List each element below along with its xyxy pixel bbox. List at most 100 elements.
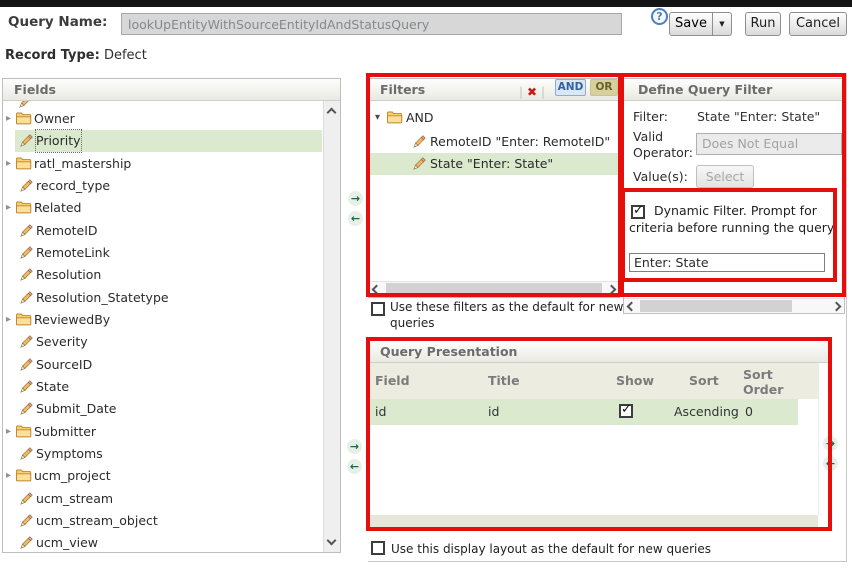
tree-item-label: ucm_project	[34, 465, 111, 487]
tree-item-symptoms[interactable]: Symptoms	[3, 443, 340, 465]
column-show[interactable]: Show	[616, 363, 654, 399]
operator-select[interactable]: Does Not Equal	[696, 133, 842, 155]
move-right-icon[interactable]: →	[823, 436, 838, 451]
prompt-text-input[interactable]	[629, 253, 825, 272]
and-operator-button[interactable]: AND	[555, 79, 586, 96]
scroll-right-icon[interactable]	[832, 302, 842, 312]
scroll-right-icon[interactable]	[607, 285, 617, 295]
folder-icon	[15, 312, 32, 327]
tree-item-ucm-stream[interactable]: ucm_stream	[3, 488, 340, 510]
pencil-icon	[18, 133, 34, 149]
tree-item-record-type[interactable]: record_type	[3, 175, 340, 197]
column-field[interactable]: Field	[375, 363, 410, 399]
delete-filter-icon[interactable]: ✖	[527, 82, 537, 103]
save-button[interactable]: Save	[669, 12, 713, 36]
tree-item-remotelink[interactable]: RemoteLink	[3, 242, 340, 264]
show-checkbox[interactable]	[619, 404, 633, 418]
tree-item-resolution[interactable]: Resolution	[3, 264, 340, 286]
pencil-icon	[18, 379, 34, 395]
pencil-icon	[18, 245, 34, 261]
tree-item-ucm-project[interactable]: ▸ ucm_project	[3, 465, 340, 487]
scrollbar-thumb[interactable]	[386, 283, 602, 296]
tree-item-severity[interactable]: Severity	[3, 331, 340, 353]
save-dropdown-icon[interactable]: ▼	[713, 12, 732, 36]
expand-icon[interactable]: ▸	[6, 197, 11, 219]
scroll-left-icon[interactable]	[627, 302, 637, 312]
scroll-up-icon[interactable]	[327, 108, 337, 118]
tree-item-label: Submitter	[34, 421, 96, 443]
tree-item-ucm-stream-object[interactable]: ucm_stream_object	[3, 510, 340, 532]
tree-item-state[interactable]: State	[3, 376, 340, 398]
tree-item-resolution-statetype[interactable]: Resolution_Statetype	[3, 287, 340, 309]
values-label: Value(s):	[633, 169, 688, 185]
collapse-icon[interactable]: ▾	[375, 107, 380, 129]
filter-node-state[interactable]: State "Enter: State"	[369, 153, 619, 175]
expand-icon[interactable]: ▸	[6, 153, 11, 175]
move-left-icon[interactable]: ←	[347, 459, 362, 474]
run-button[interactable]: Run	[745, 12, 781, 36]
filters-default-checkbox[interactable]	[371, 302, 385, 316]
folder-icon	[386, 110, 403, 125]
pencil-icon	[18, 178, 34, 194]
tree-item-label: ReviewedBy	[34, 309, 110, 331]
valid-operator-label: Valid Operator:	[633, 129, 697, 161]
move-left-icon[interactable]: ←	[823, 456, 838, 471]
pencil-icon	[18, 446, 34, 462]
move-left-icon[interactable]: ←	[348, 211, 363, 226]
define-query-filter-panel: Define Query Filter Filter: State "Enter…	[623, 78, 845, 314]
tree-item-submit-date[interactable]: Submit_Date	[3, 398, 340, 420]
record-type-value: Defect	[104, 48, 147, 63]
tree-item-owner[interactable]: ▸ Owner	[3, 108, 340, 130]
define-horizontal-scrollbar[interactable]	[624, 298, 844, 313]
filters-panel-header: Filters | ✖ | AND OR	[369, 79, 619, 101]
filters-default-checkbox-label: Use these filters as the default for new…	[390, 300, 630, 331]
pencil-icon	[18, 401, 34, 417]
column-sort[interactable]: Sort	[689, 363, 719, 399]
move-right-icon[interactable]: →	[347, 439, 362, 454]
expand-icon[interactable]: ▸	[6, 108, 11, 130]
scroll-left-icon[interactable]	[372, 285, 382, 295]
tree-item-related[interactable]: ▸ Related	[3, 197, 340, 219]
record-type-label: Record Type:	[5, 48, 100, 63]
filters-horizontal-scrollbar[interactable]	[369, 281, 619, 297]
fields-vertical-scrollbar[interactable]	[323, 101, 340, 552]
cell-title: id	[488, 399, 499, 425]
tree-item-reviewedby[interactable]: ▸ ReviewedBy	[3, 309, 340, 331]
table-row[interactable]: id id Ascending 0	[369, 399, 798, 425]
scroll-down-icon[interactable]	[327, 536, 337, 546]
expand-icon[interactable]: ▸	[6, 421, 11, 443]
pencil-icon	[18, 223, 34, 239]
bottom-border-line	[368, 561, 846, 562]
cancel-button[interactable]: Cancel	[789, 12, 847, 36]
pencil-icon	[18, 491, 34, 507]
tree-item-label: Submit_Date	[36, 398, 116, 420]
query-name-input[interactable]	[121, 13, 622, 35]
column-title[interactable]: Title	[488, 363, 520, 399]
column-sort-order[interactable]: Sort Order	[743, 367, 791, 397]
tree-item-ucm-view[interactable]: ucm_view	[3, 532, 340, 553]
help-icon[interactable]: ?	[651, 8, 668, 25]
filter-node-and[interactable]: ▾ AND	[369, 107, 619, 129]
expand-icon[interactable]: ▸	[6, 309, 11, 331]
move-right-icon[interactable]: →	[348, 191, 363, 206]
tree-item-ratl-mastership[interactable]: ▸ ratl_mastership	[3, 153, 340, 175]
tree-item-remoteid[interactable]: RemoteID	[3, 220, 340, 242]
expand-icon[interactable]: ▸	[6, 465, 11, 487]
tree-item-label: State "Enter: State"	[430, 153, 553, 175]
tree-item-priority[interactable]: Priority	[15, 130, 322, 152]
layout-default-checkbox[interactable]	[371, 541, 385, 555]
tree-item-label: ucm_view	[36, 532, 98, 553]
table-header-row: Field Title Show Sort Sort Order	[369, 363, 818, 399]
pencil-icon	[411, 134, 427, 150]
divider: |	[541, 82, 545, 103]
filter-node-remoteid[interactable]: RemoteID "Enter: RemoteID"	[369, 131, 619, 153]
tree-item-sourceid[interactable]: SourceID	[3, 354, 340, 376]
query-presentation-panel: Query Presentation Field Title Show Sort…	[368, 340, 829, 529]
tree-item-label: RemoteID "Enter: RemoteID"	[430, 131, 610, 153]
tree-item-label: RemoteLink	[36, 242, 110, 264]
or-operator-button[interactable]: OR	[590, 79, 618, 96]
tree-item-submitter[interactable]: ▸ Submitter	[3, 421, 340, 443]
scrollbar-thumb[interactable]	[640, 300, 792, 312]
select-values-button[interactable]: Select	[696, 165, 754, 188]
tree-item-label: Severity	[36, 331, 88, 353]
